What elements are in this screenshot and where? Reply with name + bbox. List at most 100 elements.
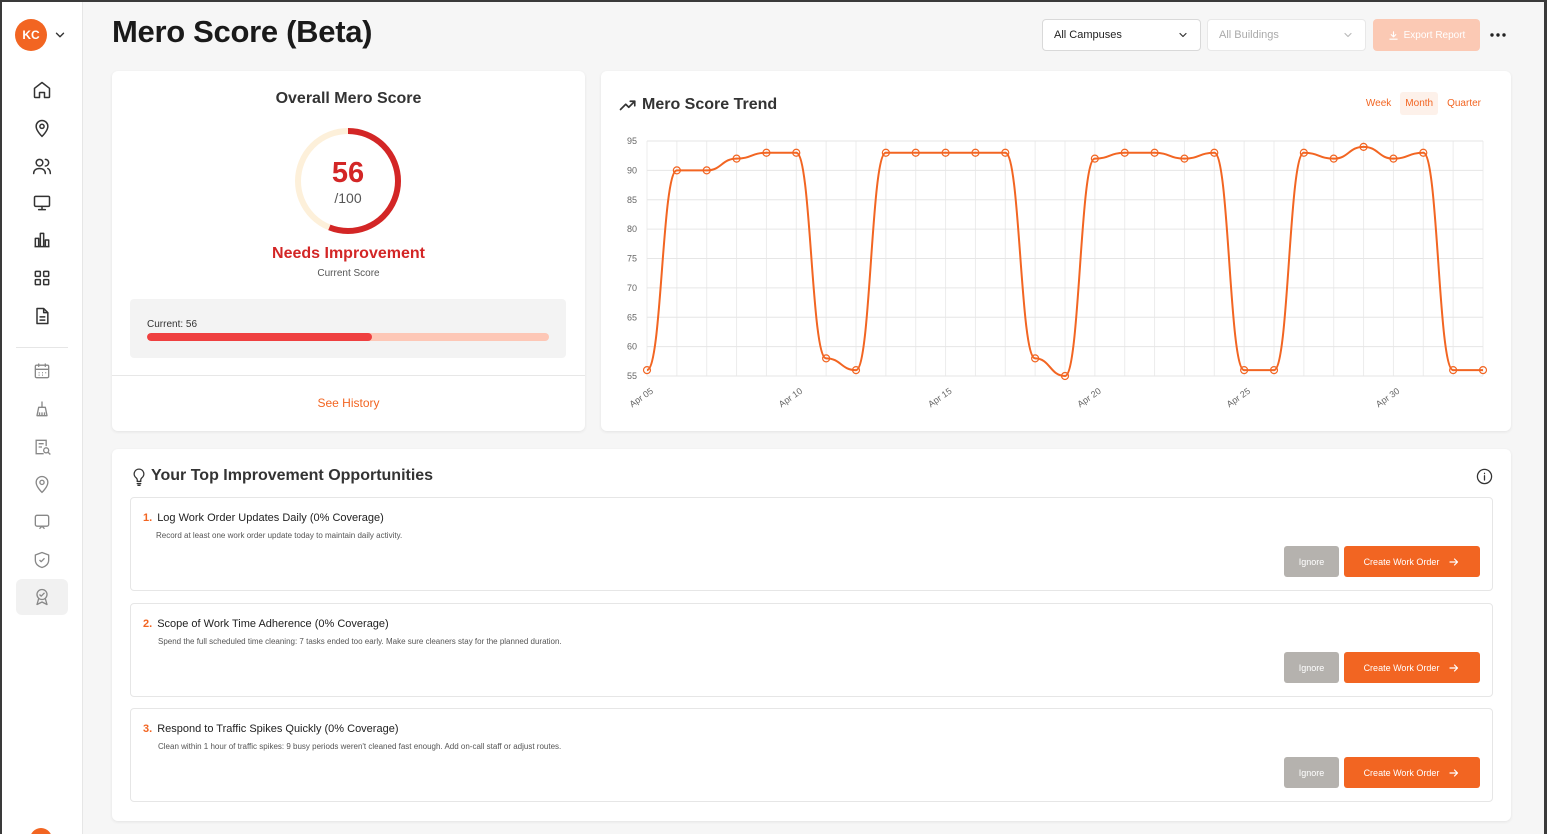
sidebar-item-monitor[interactable] (16, 185, 68, 221)
location-icon (35, 475, 49, 494)
clipboard-search-icon (35, 439, 51, 455)
arrow-right-icon (1449, 663, 1459, 672)
bar-chart-icon (34, 232, 50, 248)
create-work-order-button[interactable]: Create Work Order (1344, 652, 1480, 683)
opportunity-description: Record at least one work order update to… (156, 531, 403, 540)
monitor-icon (33, 195, 51, 211)
score-status-subtitle: Current Score (317, 268, 380, 279)
shield-check-icon (34, 551, 50, 569)
help-avatar[interactable] (30, 828, 52, 834)
y-tick-label: 90 (627, 165, 637, 175)
y-tick-label: 55 (627, 371, 637, 381)
sidebar-item-apps[interactable] (16, 260, 68, 296)
x-tick-label: Apr 25 (1225, 386, 1252, 409)
opportunity-title: 1. Log Work Order Updates Daily (0% Cover… (143, 512, 384, 524)
ignore-button[interactable]: Ignore (1284, 652, 1339, 683)
more-options-button[interactable] (1486, 25, 1510, 45)
progress-panel: Current: 56 (130, 299, 566, 358)
y-tick-label: 85 (627, 195, 637, 205)
export-report-label: Export Report (1403, 29, 1466, 41)
opportunity-number: 1. (143, 512, 153, 524)
opportunity-description: Spend the full scheduled time cleaning: … (158, 637, 562, 646)
y-tick-label: 70 (627, 283, 637, 293)
score-trend-card: Mero Score Trend Week Month Quarter 95 90… (601, 71, 1511, 431)
user-avatar[interactable]: KC (15, 19, 47, 51)
map-pin-icon (35, 119, 49, 138)
create-work-order-label: Create Work Order (1363, 662, 1440, 673)
create-work-order-label: Create Work Order (1363, 556, 1440, 567)
download-icon (1388, 30, 1398, 40)
opportunities-card: Your Top Improvement Opportunities 1. Log… (112, 449, 1511, 821)
building-select[interactable]: All Buildings (1207, 19, 1366, 51)
sidebar-divider (16, 347, 68, 348)
grid-icon (34, 270, 50, 286)
page-title: Mero Score (Beta) (112, 14, 373, 49)
sidebar-item-cleaning[interactable] (16, 391, 68, 427)
score-value: 56 (331, 157, 365, 189)
overall-score-card: Overall Mero Score 56 /100 Needs Improve… (112, 71, 585, 431)
opportunity-description: Clean within 1 hour of traffic spikes: 9… (158, 742, 562, 751)
x-tick-label: Apr 20 (1075, 386, 1102, 409)
sidebar-item-reports[interactable] (16, 298, 68, 334)
trend-chart: 95 90 85 80 75 70 65 60 55 Apr 05 Apr 10 Apr 15 Apr … (627, 136, 1488, 409)
see-history-link[interactable]: See History (112, 396, 585, 410)
broom-icon (36, 401, 48, 417)
create-work-order-button[interactable]: Create Work Order (1344, 757, 1480, 788)
x-tick-label: Apr 10 (777, 386, 804, 409)
x-tick-label: Apr 05 (628, 386, 655, 409)
users-icon (32, 158, 52, 175)
sidebar-item-inspections[interactable] (16, 429, 68, 465)
opportunity-title-text: Respond to Traffic Spikes Quickly (0% Co… (157, 723, 399, 735)
sidebar-item-users[interactable] (16, 148, 68, 184)
sidebar-item-calendar[interactable] (16, 353, 68, 389)
y-tick-label: 65 (627, 312, 637, 322)
lightbulb-icon (133, 468, 145, 486)
sidebar-item-security[interactable] (16, 542, 68, 578)
score-status: Needs Improvement (272, 245, 425, 262)
document-icon (36, 307, 49, 325)
sidebar-item-mero-score[interactable] (16, 579, 68, 615)
x-tick-label: Apr 30 (1374, 386, 1401, 409)
arrow-right-icon (1449, 557, 1459, 566)
ignore-button[interactable]: Ignore (1284, 546, 1339, 577)
opportunity-number: 2. (143, 618, 153, 630)
chevron-down-icon (1179, 32, 1187, 38)
ignore-button[interactable]: Ignore (1284, 757, 1339, 788)
more-horizontal-icon (1490, 33, 1506, 37)
home-icon (33, 81, 51, 99)
progress-label: Current: 56 (147, 319, 198, 330)
opportunity-title-text: Log Work Order Updates Daily (0% Coverag… (157, 512, 384, 524)
y-tick-label: 95 (627, 136, 637, 146)
window-frame-top (0, 0, 1547, 2)
sidebar-item-displays[interactable] (16, 504, 68, 540)
award-icon (36, 588, 48, 606)
x-tick-label: Apr 15 (926, 386, 953, 409)
info-icon[interactable] (1476, 468, 1493, 485)
y-tick-label: 60 (627, 342, 637, 352)
sidebar-item-sites[interactable] (16, 466, 68, 502)
score-card-title: Overall Mero Score (275, 90, 422, 107)
progress-bar-fill (147, 333, 373, 341)
screen-icon (34, 514, 50, 530)
arrow-right-icon (1449, 768, 1459, 777)
score-max: /100 (334, 190, 362, 206)
export-report-button[interactable]: Export Report (1373, 19, 1480, 51)
sidebar-item-analytics[interactable] (16, 222, 68, 258)
y-tick-label: 75 (627, 254, 637, 264)
sidebar-item-locations[interactable] (16, 110, 68, 146)
create-work-order-button[interactable]: Create Work Order (1344, 546, 1480, 577)
opportunity-title: 2. Scope of Work Time Adherence (0% Cover… (143, 618, 389, 630)
sidebar-item-home[interactable] (16, 72, 68, 108)
chevron-down-icon[interactable] (53, 28, 67, 42)
opportunity-item: 1. Log Work Order Updates Daily (0% Cover… (130, 497, 1493, 591)
opportunity-title-text: Scope of Work Time Adherence (0% Coverag… (157, 618, 389, 630)
progress-bar (147, 333, 549, 341)
chevron-down-icon (1344, 32, 1352, 38)
opportunities-title: Your Top Improvement Opportunities (151, 467, 434, 484)
building-select-value: All Buildings (1219, 29, 1279, 41)
campus-select[interactable]: All Campuses (1042, 19, 1201, 51)
opportunity-number: 3. (143, 723, 153, 735)
card-divider (112, 375, 585, 376)
y-tick-label: 80 (627, 224, 637, 234)
sidebar: KC (2, 2, 83, 834)
